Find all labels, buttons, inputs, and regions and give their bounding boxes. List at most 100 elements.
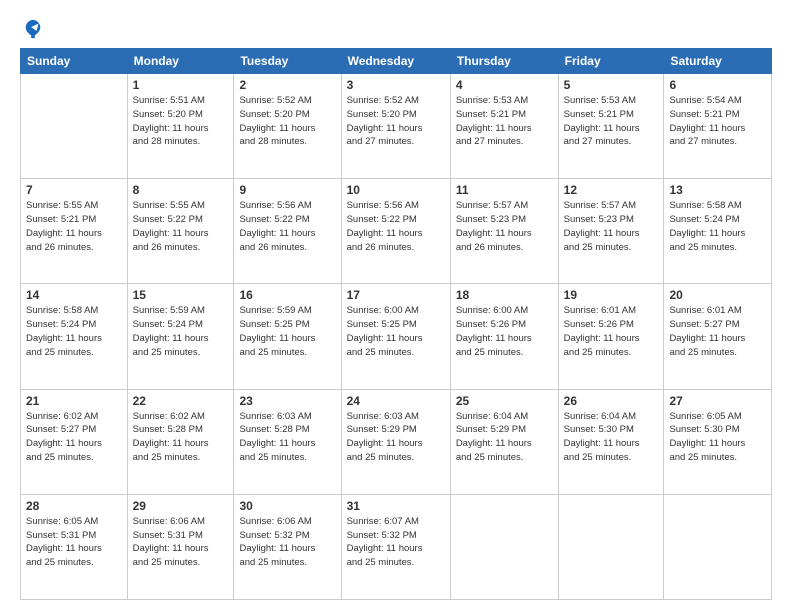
day-number: 24	[347, 394, 445, 408]
table-row: 16 Sunrise: 5:59 AMSunset: 5:25 PMDaylig…	[234, 284, 341, 389]
day-info: Sunrise: 5:59 AMSunset: 5:25 PMDaylight:…	[239, 305, 315, 357]
day-info: Sunrise: 5:54 AMSunset: 5:21 PMDaylight:…	[669, 95, 745, 147]
header-friday: Friday	[558, 49, 664, 74]
day-number: 29	[133, 499, 229, 513]
day-number: 26	[564, 394, 659, 408]
day-number: 15	[133, 288, 229, 302]
day-number: 5	[564, 78, 659, 92]
calendar-week-row: 14 Sunrise: 5:58 AMSunset: 5:24 PMDaylig…	[21, 284, 772, 389]
day-number: 19	[564, 288, 659, 302]
table-row: 11 Sunrise: 5:57 AMSunset: 5:23 PMDaylig…	[450, 179, 558, 284]
table-row: 20 Sunrise: 6:01 AMSunset: 5:27 PMDaylig…	[664, 284, 772, 389]
day-number: 3	[347, 78, 445, 92]
header-saturday: Saturday	[664, 49, 772, 74]
day-number: 9	[239, 183, 335, 197]
table-row: 8 Sunrise: 5:55 AMSunset: 5:22 PMDayligh…	[127, 179, 234, 284]
day-info: Sunrise: 6:00 AMSunset: 5:26 PMDaylight:…	[456, 305, 532, 357]
logo	[20, 18, 44, 40]
day-number: 17	[347, 288, 445, 302]
day-info: Sunrise: 5:53 AMSunset: 5:21 PMDaylight:…	[564, 95, 640, 147]
calendar: Sunday Monday Tuesday Wednesday Thursday…	[20, 48, 772, 600]
day-info: Sunrise: 5:56 AMSunset: 5:22 PMDaylight:…	[239, 200, 315, 252]
header-thursday: Thursday	[450, 49, 558, 74]
table-row: 2 Sunrise: 5:52 AMSunset: 5:20 PMDayligh…	[234, 74, 341, 179]
day-info: Sunrise: 5:55 AMSunset: 5:22 PMDaylight:…	[133, 200, 209, 252]
table-row: 6 Sunrise: 5:54 AMSunset: 5:21 PMDayligh…	[664, 74, 772, 179]
table-row: 4 Sunrise: 5:53 AMSunset: 5:21 PMDayligh…	[450, 74, 558, 179]
day-info: Sunrise: 5:58 AMSunset: 5:24 PMDaylight:…	[669, 200, 745, 252]
day-info: Sunrise: 6:03 AMSunset: 5:28 PMDaylight:…	[239, 411, 315, 463]
day-info: Sunrise: 5:57 AMSunset: 5:23 PMDaylight:…	[456, 200, 532, 252]
day-info: Sunrise: 5:57 AMSunset: 5:23 PMDaylight:…	[564, 200, 640, 252]
page: Sunday Monday Tuesday Wednesday Thursday…	[0, 0, 792, 612]
calendar-week-row: 28 Sunrise: 6:05 AMSunset: 5:31 PMDaylig…	[21, 494, 772, 599]
day-info: Sunrise: 6:04 AMSunset: 5:30 PMDaylight:…	[564, 411, 640, 463]
weekday-header-row: Sunday Monday Tuesday Wednesday Thursday…	[21, 49, 772, 74]
day-number: 2	[239, 78, 335, 92]
table-row	[558, 494, 664, 599]
day-info: Sunrise: 6:01 AMSunset: 5:26 PMDaylight:…	[564, 305, 640, 357]
day-info: Sunrise: 6:05 AMSunset: 5:30 PMDaylight:…	[669, 411, 745, 463]
day-info: Sunrise: 6:07 AMSunset: 5:32 PMDaylight:…	[347, 516, 423, 568]
day-info: Sunrise: 6:01 AMSunset: 5:27 PMDaylight:…	[669, 305, 745, 357]
day-number: 4	[456, 78, 553, 92]
header-wednesday: Wednesday	[341, 49, 450, 74]
table-row: 23 Sunrise: 6:03 AMSunset: 5:28 PMDaylig…	[234, 389, 341, 494]
table-row: 10 Sunrise: 5:56 AMSunset: 5:22 PMDaylig…	[341, 179, 450, 284]
day-number: 22	[133, 394, 229, 408]
day-info: Sunrise: 5:58 AMSunset: 5:24 PMDaylight:…	[26, 305, 102, 357]
day-number: 14	[26, 288, 122, 302]
day-info: Sunrise: 6:03 AMSunset: 5:29 PMDaylight:…	[347, 411, 423, 463]
calendar-week-row: 1 Sunrise: 5:51 AMSunset: 5:20 PMDayligh…	[21, 74, 772, 179]
table-row: 15 Sunrise: 5:59 AMSunset: 5:24 PMDaylig…	[127, 284, 234, 389]
day-number: 12	[564, 183, 659, 197]
day-info: Sunrise: 6:00 AMSunset: 5:25 PMDaylight:…	[347, 305, 423, 357]
table-row: 29 Sunrise: 6:06 AMSunset: 5:31 PMDaylig…	[127, 494, 234, 599]
day-number: 23	[239, 394, 335, 408]
day-number: 28	[26, 499, 122, 513]
day-info: Sunrise: 5:59 AMSunset: 5:24 PMDaylight:…	[133, 305, 209, 357]
day-number: 27	[669, 394, 766, 408]
day-number: 11	[456, 183, 553, 197]
table-row	[664, 494, 772, 599]
table-row: 5 Sunrise: 5:53 AMSunset: 5:21 PMDayligh…	[558, 74, 664, 179]
day-number: 13	[669, 183, 766, 197]
day-number: 1	[133, 78, 229, 92]
table-row: 12 Sunrise: 5:57 AMSunset: 5:23 PMDaylig…	[558, 179, 664, 284]
header-tuesday: Tuesday	[234, 49, 341, 74]
day-number: 7	[26, 183, 122, 197]
table-row: 9 Sunrise: 5:56 AMSunset: 5:22 PMDayligh…	[234, 179, 341, 284]
table-row: 18 Sunrise: 6:00 AMSunset: 5:26 PMDaylig…	[450, 284, 558, 389]
table-row	[21, 74, 128, 179]
table-row: 24 Sunrise: 6:03 AMSunset: 5:29 PMDaylig…	[341, 389, 450, 494]
logo-text	[20, 18, 44, 40]
table-row: 19 Sunrise: 6:01 AMSunset: 5:26 PMDaylig…	[558, 284, 664, 389]
header-monday: Monday	[127, 49, 234, 74]
day-info: Sunrise: 5:56 AMSunset: 5:22 PMDaylight:…	[347, 200, 423, 252]
day-number: 8	[133, 183, 229, 197]
day-info: Sunrise: 6:02 AMSunset: 5:27 PMDaylight:…	[26, 411, 102, 463]
logo-icon	[22, 18, 44, 40]
table-row: 1 Sunrise: 5:51 AMSunset: 5:20 PMDayligh…	[127, 74, 234, 179]
table-row: 31 Sunrise: 6:07 AMSunset: 5:32 PMDaylig…	[341, 494, 450, 599]
table-row: 3 Sunrise: 5:52 AMSunset: 5:20 PMDayligh…	[341, 74, 450, 179]
day-number: 21	[26, 394, 122, 408]
table-row: 22 Sunrise: 6:02 AMSunset: 5:28 PMDaylig…	[127, 389, 234, 494]
table-row: 26 Sunrise: 6:04 AMSunset: 5:30 PMDaylig…	[558, 389, 664, 494]
table-row: 14 Sunrise: 5:58 AMSunset: 5:24 PMDaylig…	[21, 284, 128, 389]
day-info: Sunrise: 6:06 AMSunset: 5:32 PMDaylight:…	[239, 516, 315, 568]
header-sunday: Sunday	[21, 49, 128, 74]
calendar-week-row: 7 Sunrise: 5:55 AMSunset: 5:21 PMDayligh…	[21, 179, 772, 284]
table-row: 25 Sunrise: 6:04 AMSunset: 5:29 PMDaylig…	[450, 389, 558, 494]
day-info: Sunrise: 5:51 AMSunset: 5:20 PMDaylight:…	[133, 95, 209, 147]
day-number: 20	[669, 288, 766, 302]
day-number: 16	[239, 288, 335, 302]
day-number: 31	[347, 499, 445, 513]
day-info: Sunrise: 5:55 AMSunset: 5:21 PMDaylight:…	[26, 200, 102, 252]
day-number: 30	[239, 499, 335, 513]
table-row	[450, 494, 558, 599]
table-row: 21 Sunrise: 6:02 AMSunset: 5:27 PMDaylig…	[21, 389, 128, 494]
table-row: 17 Sunrise: 6:00 AMSunset: 5:25 PMDaylig…	[341, 284, 450, 389]
day-info: Sunrise: 6:02 AMSunset: 5:28 PMDaylight:…	[133, 411, 209, 463]
day-info: Sunrise: 5:52 AMSunset: 5:20 PMDaylight:…	[347, 95, 423, 147]
